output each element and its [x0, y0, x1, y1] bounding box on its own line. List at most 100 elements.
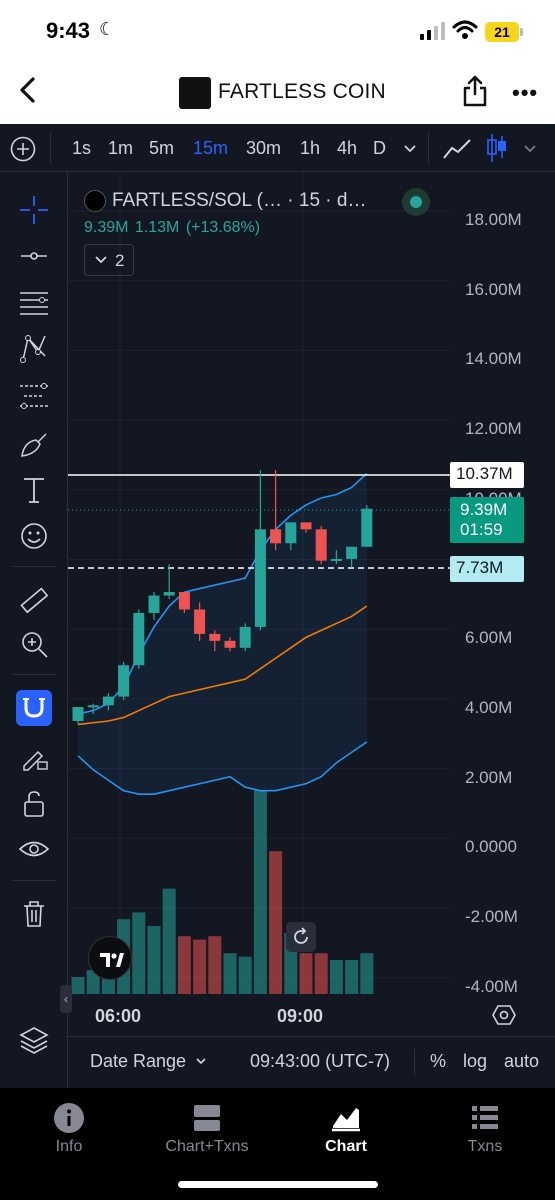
chart-toolbar: 1s 1m 5m 15m 30m 1h 4h D [0, 124, 555, 172]
log-toggle[interactable]: log [463, 1051, 487, 1072]
clock-timezone[interactable]: 09:43:00 (UTC-7) [250, 1051, 390, 1072]
collapse-toolbar-handle[interactable]: ‹ [60, 985, 72, 1013]
candles-icon[interactable] [486, 132, 508, 164]
brush-tool-icon[interactable] [16, 426, 52, 462]
timeframe-5m[interactable]: 5m [149, 138, 174, 159]
text-tool-icon[interactable] [16, 472, 52, 508]
emoji-tool-icon[interactable] [16, 518, 52, 554]
last-price-value: 9.39M [460, 500, 508, 519]
timeframe-1m[interactable]: 1m [108, 138, 133, 159]
pattern-tool-icon[interactable] [16, 330, 52, 366]
volume-bar [299, 953, 313, 994]
forecast-tool-icon[interactable] [16, 378, 52, 414]
band-fill [78, 473, 367, 795]
tab-info[interactable]: Info [0, 1088, 138, 1168]
wifi-icon [452, 20, 478, 39]
date-range-selector[interactable]: Date Range [90, 1051, 186, 1072]
more-icon[interactable]: ••• [512, 80, 538, 106]
reset-chart-button[interactable] [286, 922, 316, 952]
list-icon [472, 1106, 498, 1129]
volume-bar [71, 977, 85, 994]
zoom-in-icon[interactable] [16, 626, 52, 662]
candle-body [270, 529, 282, 544]
tradingview-logo[interactable] [88, 936, 132, 980]
bottom-divider [414, 1049, 415, 1075]
status-bar: 9:43 ☾ 21 [0, 0, 555, 60]
time-label-0600: 06:00 [95, 1006, 142, 1026]
timeframe-1h[interactable]: 1h [300, 138, 320, 159]
tab-chart-txns[interactable]: Chart+Txns [138, 1088, 276, 1168]
tab-chart-label: Chart [325, 1138, 367, 1155]
info-icon [54, 1103, 84, 1133]
tab-chart[interactable]: Chart [277, 1088, 415, 1168]
candle-body [163, 592, 175, 596]
eye-icon[interactable] [16, 832, 52, 868]
auto-toggle[interactable]: auto [504, 1051, 539, 1072]
price-axis-label: 4.00M [465, 697, 513, 717]
volume-bar [269, 851, 283, 994]
fib-retracement-icon[interactable] [16, 284, 52, 320]
add-symbol-icon[interactable] [10, 136, 36, 162]
tab-txns[interactable]: Txns [416, 1088, 554, 1168]
title-header: FARTLESS COIN ••• [0, 60, 555, 124]
settings-hex-icon[interactable] [492, 1003, 516, 1027]
bar-countdown: 01:59 [460, 520, 503, 539]
price-axis-label: 14.00M [465, 349, 522, 369]
indicators-toggle-button[interactable]: 2 [84, 244, 134, 276]
timeframe-30m[interactable]: 30m [246, 138, 281, 159]
candle-body [72, 707, 84, 721]
volume-bar [360, 953, 374, 994]
candle-body [300, 522, 312, 530]
page-title: FARTLESS COIN [218, 80, 386, 103]
magnet-icon[interactable] [16, 690, 52, 726]
price-axis-label: 16.00M [465, 279, 522, 299]
tool-divider [12, 674, 56, 675]
unlock-icon[interactable] [16, 786, 52, 822]
tab-txns-label: Txns [467, 1138, 503, 1155]
lock-drawings-icon[interactable] [16, 738, 52, 774]
line-chart-icon[interactable] [442, 136, 474, 162]
tool-divider [12, 880, 56, 881]
layers-icon[interactable] [16, 1022, 52, 1058]
volume-bar [314, 953, 328, 994]
horizontal-line-tool-icon[interactable] [16, 238, 52, 274]
tool-divider [12, 566, 56, 567]
trash-icon[interactable] [16, 896, 52, 932]
symbol-title[interactable]: FARTLESS/SOL (… · 15 · d… [112, 190, 366, 212]
price-axis-label: 6.00M [465, 628, 513, 648]
toolbar-divider [50, 132, 51, 164]
candle-body [254, 529, 266, 627]
market-status-dot [402, 188, 430, 216]
volume-bar [238, 956, 252, 994]
price-axis-label: -4.00M [465, 976, 518, 996]
candle-body [118, 665, 130, 697]
timeframe-1s[interactable]: 1s [72, 138, 91, 159]
candle-body [315, 529, 327, 561]
timeframe-D[interactable]: D [373, 138, 386, 159]
candle-body [133, 612, 145, 666]
share-icon[interactable] [462, 74, 488, 108]
signal-icon [420, 22, 445, 40]
volume-bar [253, 790, 267, 994]
candle-body [102, 696, 114, 706]
home-indicator [178, 1181, 378, 1188]
back-arrow-icon[interactable] [14, 74, 42, 106]
candle-body [330, 558, 342, 561]
volume-bar [193, 939, 207, 994]
timeframe-15m[interactable]: 15m [193, 138, 228, 159]
chart-type-chevron-down-icon[interactable] [522, 142, 538, 156]
chart-bottom-bar: Date Range 09:43:00 (UTC-7) % log auto [68, 1036, 555, 1086]
high-line-price-tag: 10.37M [450, 462, 524, 488]
percent-toggle[interactable]: % [430, 1051, 446, 1072]
toolbar-divider [428, 132, 429, 164]
candle-body [148, 595, 160, 613]
chart-icon [332, 1108, 360, 1132]
crosshair-icon[interactable] [16, 192, 52, 228]
timeframe-chevron-down-icon[interactable] [402, 142, 418, 156]
date-range-chevron-down-icon[interactable] [195, 1056, 207, 1066]
symbol-logo [84, 190, 106, 212]
ruler-icon[interactable] [16, 582, 52, 618]
price-axis-label: 2.00M [465, 767, 513, 787]
price-axis-label: 18.00M [465, 210, 522, 229]
timeframe-4h[interactable]: 4h [337, 138, 357, 159]
